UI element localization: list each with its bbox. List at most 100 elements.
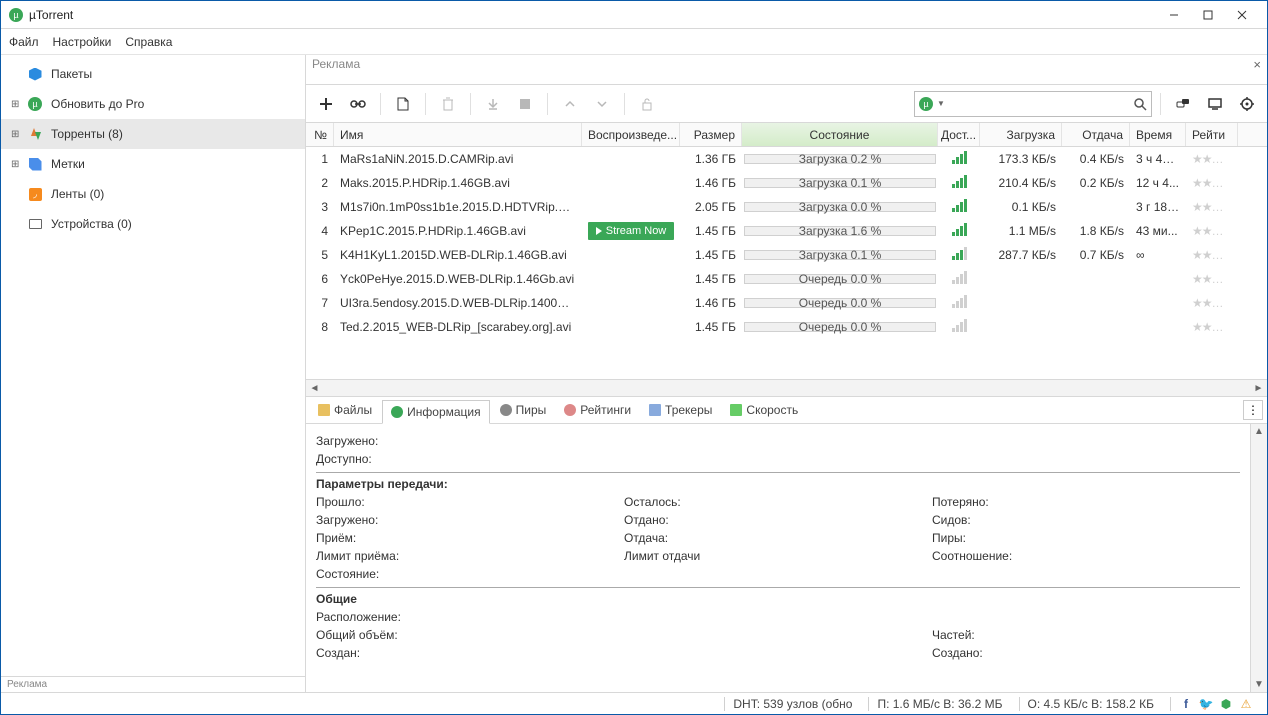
ad-close-icon[interactable]: ×: [1253, 57, 1261, 72]
ad-strip: Реклама ×: [306, 55, 1267, 85]
cell-name: UI3ra.5endosy.2015.D.WEB-DLRip.1400MB.av…: [334, 296, 582, 310]
cell-time: 12 ч 4...: [1130, 176, 1186, 190]
menu-file[interactable]: Файл: [9, 35, 39, 49]
search-icon[interactable]: [1133, 97, 1147, 111]
sidebar-item-1[interactable]: ⊞µОбновить до Pro: [1, 89, 305, 119]
vertical-scrollbar[interactable]: ▲▼: [1250, 424, 1267, 692]
close-button[interactable]: [1225, 5, 1259, 25]
twitter-icon[interactable]: 🐦: [1199, 697, 1213, 711]
sidebar-item-3[interactable]: ⊞Метки: [1, 149, 305, 179]
table-row[interactable]: 1MaRs1aNiN.2015.D.CAMRip.avi1.36 ГБЗагру…: [306, 147, 1267, 171]
sidebar-item-label: Торренты (8): [51, 127, 123, 141]
table-row[interactable]: 8Ted.2.2015_WEB-DLRip_[scarabey.org].avi…: [306, 315, 1267, 339]
cell-up: 0.7 КБ/s: [1062, 248, 1130, 262]
stream-now-button[interactable]: Stream Now: [588, 222, 675, 240]
table-row[interactable]: 4KPep1C.2015.P.HDRip.1.46GB.avi Stream No…: [306, 219, 1267, 243]
status-down: П: 1.6 МБ/с В: 36.2 МБ: [868, 697, 1010, 711]
expander-icon[interactable]: ⊞: [11, 129, 19, 140]
cell-down: 0.1 КБ/s: [980, 200, 1062, 214]
tab-peers[interactable]: Пиры: [492, 398, 555, 422]
info-icon: [391, 406, 403, 418]
stop-button[interactable]: [511, 90, 539, 118]
cell-avail: [938, 247, 980, 264]
sidebar-item-4[interactable]: ◞Ленты (0): [1, 179, 305, 209]
table-row[interactable]: 7UI3ra.5endosy.2015.D.WEB-DLRip.1400MB.a…: [306, 291, 1267, 315]
col-up[interactable]: Отдача: [1062, 123, 1130, 146]
expander-icon[interactable]: ⊞: [11, 159, 19, 170]
torrent-grid[interactable]: 1MaRs1aNiN.2015.D.CAMRip.avi1.36 ГБЗагру…: [306, 147, 1267, 379]
tab-speed[interactable]: Скорость: [722, 398, 806, 422]
table-row[interactable]: 5K4H1KyL1.2015D.WEB-DLRip.1.46GB.avi1.45…: [306, 243, 1267, 267]
start-button[interactable]: [479, 90, 507, 118]
warning-icon[interactable]: ⚠: [1239, 697, 1253, 711]
titlebar: µ µTorrent: [1, 1, 1267, 29]
horizontal-scrollbar[interactable]: ◄►: [306, 379, 1267, 396]
col-num[interactable]: №: [306, 123, 334, 146]
minimize-button[interactable]: [1157, 5, 1191, 25]
cell-status: Очередь 0.0 %: [742, 272, 938, 286]
add-url-button[interactable]: [344, 90, 372, 118]
col-rating[interactable]: Рейти: [1186, 123, 1238, 146]
col-status[interactable]: Состояние: [742, 123, 938, 146]
search-box[interactable]: µ ▼: [914, 91, 1152, 117]
tabs-menu-button[interactable]: ⋮: [1243, 400, 1263, 420]
detail-seeds: Сидов:: [932, 513, 1240, 527]
cell-name: Maks.2015.P.HDRip.1.46GB.avi: [334, 176, 582, 190]
speed-icon: [730, 404, 742, 416]
cell-avail: [938, 319, 980, 336]
menu-help[interactable]: Справка: [125, 35, 172, 49]
android-icon[interactable]: ⬢: [1219, 697, 1233, 711]
maximize-button[interactable]: [1191, 5, 1225, 25]
tab-info[interactable]: Информация: [382, 400, 489, 424]
cell-up: 1.8 КБ/s: [1062, 224, 1130, 238]
cell-time: ∞: [1130, 248, 1186, 262]
sidebar-item-5[interactable]: Устройства (0): [1, 209, 305, 239]
preferences-button[interactable]: [1233, 90, 1261, 118]
cell-num: 4: [306, 224, 334, 238]
col-name[interactable]: Имя: [334, 123, 582, 146]
cell-time: 3 г 18 ...: [1130, 200, 1186, 214]
col-play[interactable]: Воспроизведе...: [582, 123, 680, 146]
create-torrent-button[interactable]: [389, 90, 417, 118]
grid-header: № Имя Воспроизведе... Размер Состояние Д…: [306, 123, 1267, 147]
remote-button[interactable]: [1201, 90, 1229, 118]
facebook-icon[interactable]: f: [1179, 697, 1193, 711]
tab-ratings[interactable]: Рейтинги: [556, 398, 639, 422]
col-down[interactable]: Загрузка: [980, 123, 1062, 146]
cell-name: KPep1C.2015.P.HDRip.1.46GB.avi: [334, 224, 582, 238]
cell-name: MaRs1aNiN.2015.D.CAMRip.avi: [334, 152, 582, 166]
sidebar-item-0[interactable]: Пакеты: [1, 59, 305, 89]
share-button[interactable]: [1169, 90, 1197, 118]
col-avail[interactable]: Дост...: [938, 123, 980, 146]
cell-avail: [938, 175, 980, 192]
ratings-icon: [564, 404, 576, 416]
table-row[interactable]: 6Yck0PeHye.2015.D.WEB-DLRip.1.46Gb.avi1.…: [306, 267, 1267, 291]
table-row[interactable]: 2Maks.2015.P.HDRip.1.46GB.avi1.46 ГБЗагр…: [306, 171, 1267, 195]
menu-settings[interactable]: Настройки: [53, 35, 112, 49]
search-dropdown-icon[interactable]: ▼: [937, 99, 945, 108]
detail-status: Состояние:: [316, 567, 1240, 581]
move-up-button[interactable]: [556, 90, 584, 118]
cell-rating: ★★★★★: [1186, 248, 1238, 262]
search-input[interactable]: [949, 97, 1129, 111]
cell-rating: ★★★★★: [1186, 320, 1238, 334]
hex-icon: [27, 66, 43, 82]
move-down-button[interactable]: [588, 90, 616, 118]
col-time[interactable]: Время: [1130, 123, 1186, 146]
tab-trackers[interactable]: Трекеры: [641, 398, 720, 422]
add-torrent-button[interactable]: [312, 90, 340, 118]
cell-name: M1s7i0n.1mP0ss1b1e.2015.D.HDTVRip.2100..…: [334, 200, 582, 214]
sidebar-item-label: Ленты (0): [51, 187, 104, 201]
trackers-icon: [649, 404, 661, 416]
delete-button[interactable]: [434, 90, 462, 118]
unlock-button[interactable]: [633, 90, 661, 118]
cell-num: 2: [306, 176, 334, 190]
table-row[interactable]: 3M1s7i0n.1mP0ss1b1e.2015.D.HDTVRip.2100.…: [306, 195, 1267, 219]
col-size[interactable]: Размер: [680, 123, 742, 146]
status-dht: DHT: 539 узлов (обно: [724, 697, 860, 711]
expander-icon[interactable]: ⊞: [11, 99, 19, 110]
cell-rating: ★★★★★: [1186, 152, 1238, 166]
tab-files[interactable]: Файлы: [310, 398, 380, 422]
sidebar-item-2[interactable]: ⊞ Торренты (8): [1, 119, 305, 149]
cell-rating: ★★★★★: [1186, 200, 1238, 214]
